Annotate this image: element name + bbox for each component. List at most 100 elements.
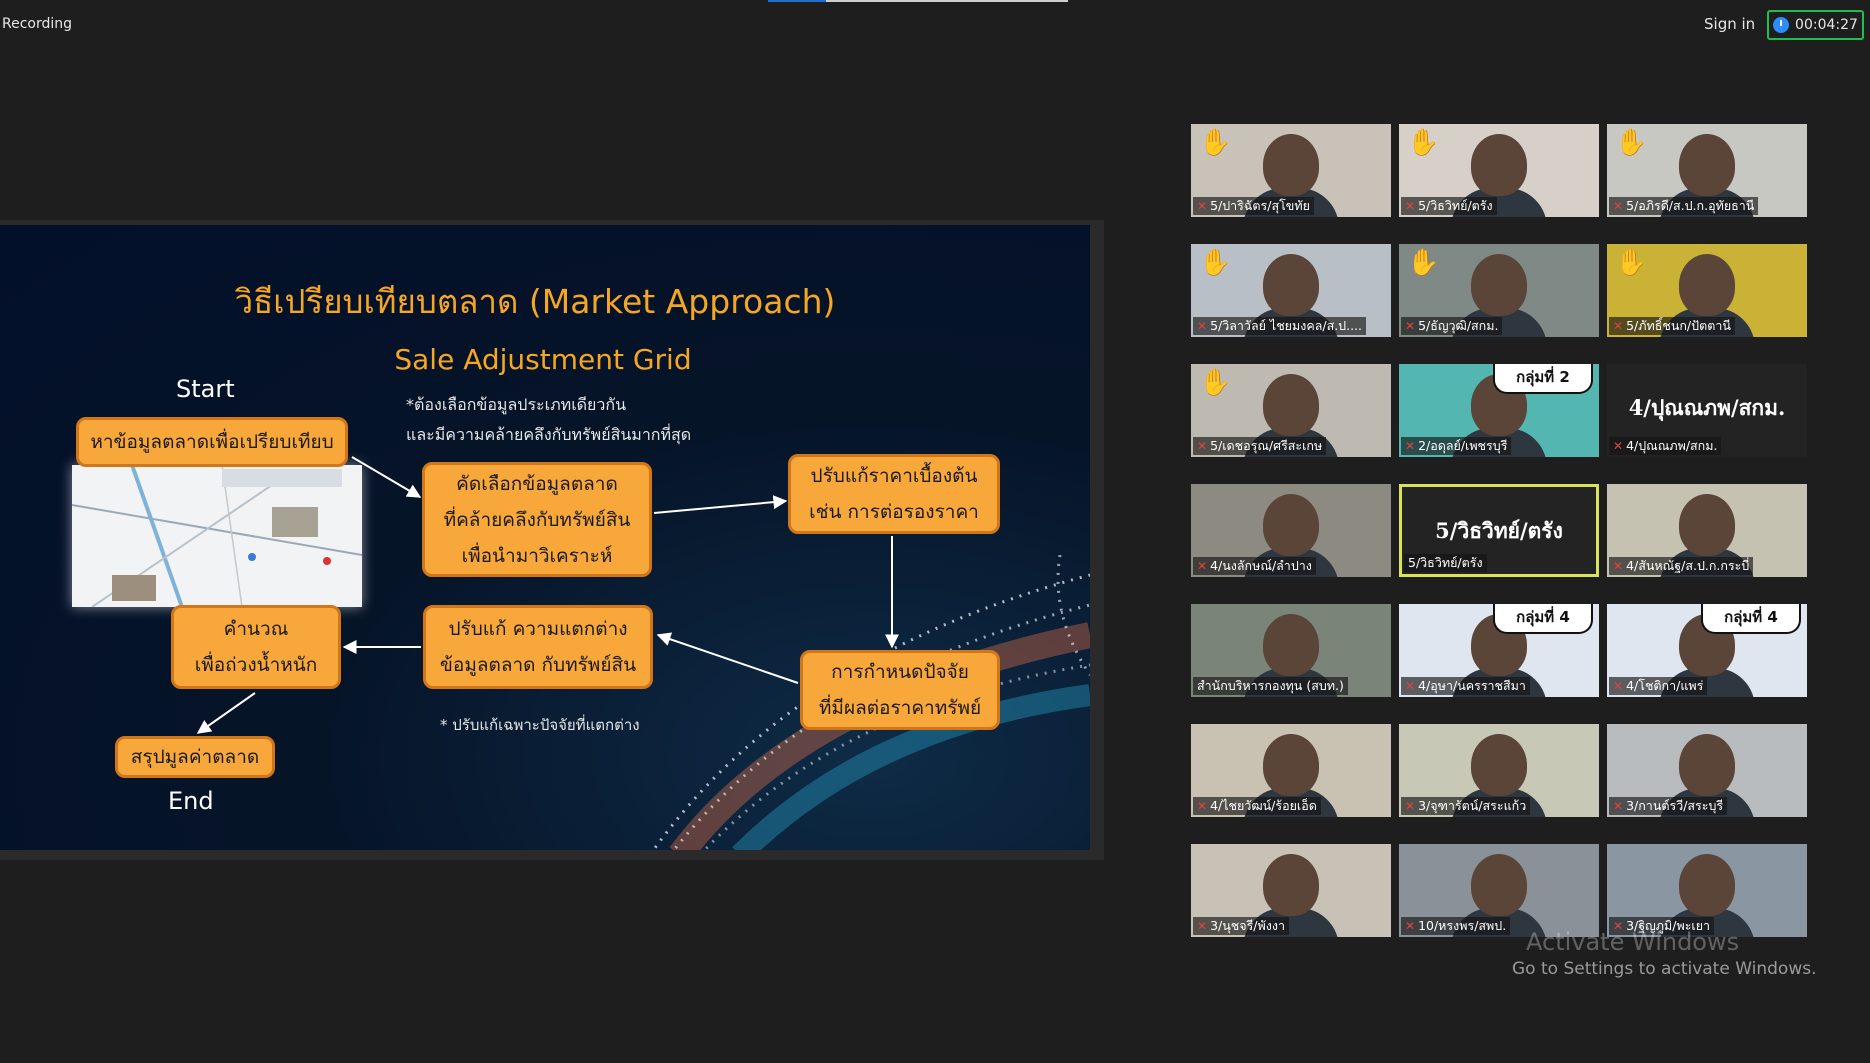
participant-name-label: ✕ 5/เดชอรุณ/ศรีสะเกษ [1193,437,1327,455]
participant-name-label: ✕ 4/โชติกา/แพร่ [1609,677,1708,695]
participant-tile[interactable]: ✋ ✕ 5/ภัทธิ์ชนก/ปัตตานี [1607,244,1807,337]
participant-name-text: 5/ธัญวุฒิ/สกม. [1418,318,1499,333]
participant-tile[interactable]: กลุ่มที่ 2 ✕ 2/อดุลย์/เพชรบุรี [1399,364,1599,457]
group-label-badge: กลุ่มที่ 4 [1701,604,1801,634]
participant-name-text: 5/วิธวิทย์/ตรัง [1408,555,1483,570]
participant-name-text: 4/ไชยวัฒน์/ร้อยเอ็ด [1210,798,1317,813]
participant-name-text: 5/วิลาวัลย์ ไชยมงคล/ส.ป.... [1210,318,1363,333]
participant-name-text: 5/วิธวิทย์/ตรัง [1418,198,1493,213]
participant-name-text: 4/สันหณัฐ/ส.ป.ก.กระบี่ [1626,558,1750,573]
participant-name-label: ✕ 3/นุชจรี/พังงา [1193,917,1289,935]
participant-name-label: ✕ 4/สันหณัฐ/ส.ป.ก.กระบี่ [1609,557,1754,575]
timer-value: 00:04:27 [1795,17,1858,33]
muted-mic-icon: ✕ [1405,919,1416,933]
windows-activation-watermark-title: Activate Windows [1526,928,1740,956]
participant-tile[interactable]: ✋ ✕ 5/ธัญวุฒิ/สกม. [1399,244,1599,337]
participant-tile[interactable]: ✕ 3/จุฑารัตน์/สระแก้ว [1399,724,1599,817]
top-progress-segment [768,0,826,2]
participant-name-label: ✕ 5/วิธวิทย์/ตรัง [1401,197,1497,215]
participant-tile[interactable]: ✋ ✕ 5/วิธวิทย์/ตรัง [1399,124,1599,217]
participant-tile[interactable]: ✕ 3/นุชจรี/พังงา [1191,844,1391,937]
muted-mic-icon: ✕ [1405,439,1416,453]
participant-name-display: 5/วิธวิทย์/ตรัง [1435,518,1563,543]
meeting-timer[interactable]: 00:04:27 [1767,10,1864,40]
top-progress-line [768,0,1068,2]
muted-mic-icon: ✕ [1197,319,1208,333]
participant-video-head [1471,254,1527,316]
participant-tile[interactable]: 4/ปุณณภพ/สกม. ✕ 4/ปุณณภพ/สกม. [1607,364,1807,457]
windows-activation-watermark-text: Go to Settings to activate Windows. [1512,959,1817,979]
participant-name-label: ✕ 4/อุษา/นครราชสีมา [1401,677,1530,695]
muted-mic-icon: ✕ [1197,199,1208,213]
participant-tile[interactable]: ✕ 4/นงลักษณ์/ลำปาง [1191,484,1391,577]
participant-name-label: ✕ 3/กานต์รวี/สระบุรี [1609,797,1728,815]
participant-tile[interactable]: กลุ่มที่ 4 ✕ 4/โชติกา/แพร่ [1607,604,1807,697]
participant-name-label: ✕ 5/ธัญวุฒิ/สกม. [1401,317,1503,335]
participant-video-head [1679,254,1735,316]
participant-name-label: ✕ 5/วิลาวัลย์ ไชยมงคล/ส.ป.... [1193,317,1367,335]
participant-name-text: 5/ภัทธิ์ชนก/ปัตตานี [1626,318,1731,333]
raised-hand-icon: ✋ [1407,128,1440,158]
participant-name-text: 10/หรงพร/สพป. [1418,918,1507,933]
participant-video-head [1471,854,1527,916]
participant-name-label: ✕ 4/ไชยวัฒน์/ร้อยเอ็ด [1193,797,1321,815]
raised-hand-icon: ✋ [1199,128,1232,158]
participant-tile[interactable]: ✋ ✕ 5/อภิรดี/ส.ป.ก.อุทัยธานี [1607,124,1807,217]
muted-mic-icon: ✕ [1405,319,1416,333]
participant-tile[interactable]: กลุ่มที่ 4 ✕ 4/อุษา/นครราชสีมา [1399,604,1599,697]
participant-video-head [1263,374,1319,436]
muted-mic-icon: ✕ [1613,799,1624,813]
participant-tile[interactable]: ✋ ✕ 5/เดชอรุณ/ศรีสะเกษ [1191,364,1391,457]
participant-name-label: ✕ 4/นงลักษณ์/ลำปาง [1193,557,1316,575]
raised-hand-icon: ✋ [1199,368,1232,398]
flow-arrows [196,456,899,734]
participant-tile[interactable]: 5/วิธวิทย์/ตรัง 5/วิธวิทย์/ตรัง [1399,484,1599,577]
participant-tile[interactable]: ✕ 10/หรงพร/สพป. [1399,844,1599,937]
participant-name-label: ✕ 10/หรงพร/สพป. [1401,917,1511,935]
participant-video-head [1679,494,1735,556]
participant-video-head [1679,734,1735,796]
participant-tile[interactable]: ✋ ✕ 5/ปาริฉัตร/สุโขทัย [1191,124,1391,217]
participant-name-label: ✕ 5/ภัทธิ์ชนก/ปัตตานี [1609,317,1735,335]
raised-hand-icon: ✋ [1407,248,1440,278]
participant-tile[interactable]: ✕ 3/ฐิญภูมิ/พะเยา [1607,844,1807,937]
muted-mic-icon: ✕ [1197,799,1208,813]
shared-screen[interactable]: วิธีเปรียบเทียบตลาด (Market Approach) Sa… [0,220,1104,860]
muted-mic-icon: ✕ [1405,199,1416,213]
participant-name-text: 4/โชติกา/แพร่ [1626,678,1704,693]
participant-video-head [1263,494,1319,556]
participant-tile[interactable]: ✕ 3/กานต์รวี/สระบุรี [1607,724,1807,817]
recording-label: Recording [2,16,73,32]
participant-video-head [1263,134,1319,196]
muted-mic-icon: ✕ [1613,679,1624,693]
raised-hand-icon: ✋ [1615,128,1648,158]
participant-video-head [1679,854,1735,916]
participant-video-head [1679,134,1735,196]
participant-name-label: ✕ 5/ปาริฉัตร/สุโขทัย [1193,197,1314,215]
timer-icon [1773,17,1790,33]
participant-video-head [1471,134,1527,196]
participant-name-text: 4/อุษา/นครราชสีมา [1418,678,1526,693]
muted-mic-icon: ✕ [1613,199,1624,213]
participant-name-display: 4/ปุณณภพ/สกม. [1628,395,1786,420]
participant-video-head [1263,734,1319,796]
participant-tile[interactable]: ✋ ✕ 5/วิลาวัลย์ ไชยมงคล/ส.ป.... [1191,244,1391,337]
participant-video-head [1471,734,1527,796]
muted-mic-icon: ✕ [1197,439,1208,453]
group-label-badge: กลุ่มที่ 2 [1493,364,1593,394]
muted-mic-icon: ✕ [1613,559,1624,573]
sign-in-button[interactable]: Sign in [1704,15,1755,33]
participant-name-text: 3/นุชจรี/พังงา [1210,918,1285,933]
raised-hand-icon: ✋ [1615,248,1648,278]
participant-name-label: ✕ 4/ปุณณภพ/สกม. [1609,437,1722,455]
muted-mic-icon: ✕ [1197,919,1208,933]
muted-mic-icon: ✕ [1405,799,1416,813]
participant-name-label: ✕ 3/จุฑารัตน์/สระแก้ว [1401,797,1531,815]
participant-name-text: 4/นงลักษณ์/ลำปาง [1210,558,1312,573]
participant-name-text: 2/อดุลย์/เพชรบุรี [1418,438,1508,453]
participant-tile[interactable]: ✕ 4/สันหณัฐ/ส.ป.ก.กระบี่ [1607,484,1807,577]
participant-tile[interactable]: สำนักบริหารกองทุน (สบท.) [1191,604,1391,697]
participant-name-text: 3/จุฑารัตน์/สระแก้ว [1418,798,1527,813]
participant-name-label: 5/วิธวิทย์/ตรัง [1404,554,1487,572]
participant-tile[interactable]: ✕ 4/ไชยวัฒน์/ร้อยเอ็ด [1191,724,1391,817]
